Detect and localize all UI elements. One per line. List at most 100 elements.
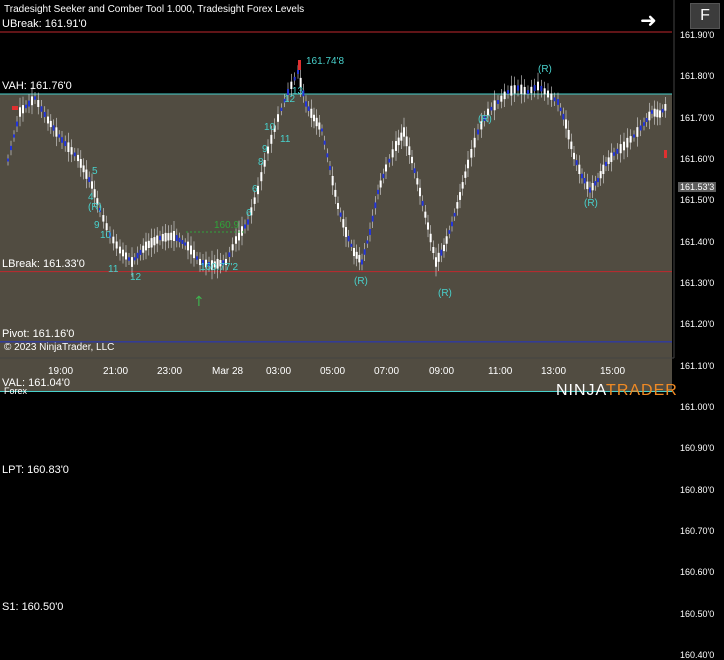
x-tick-1: 21:00	[103, 366, 129, 377]
candle-body	[562, 113, 565, 120]
candle-body	[247, 219, 249, 225]
candle-body	[16, 121, 18, 127]
x-tick-8: 11:00	[488, 366, 513, 377]
candle-body	[47, 116, 49, 124]
candle-body	[321, 128, 323, 132]
candle-body	[570, 141, 573, 150]
arrow-right-icon[interactable]: ➜	[640, 8, 657, 33]
signal-marker-8: 13	[292, 86, 304, 97]
candle-body	[119, 246, 121, 254]
candle-body	[388, 158, 391, 163]
candle-body	[453, 212, 456, 217]
candle-body	[19, 107, 21, 117]
y-tick-10: 160.90'0	[680, 443, 715, 454]
candle-body	[408, 146, 411, 156]
candle-body	[607, 157, 610, 164]
candle-body	[379, 180, 382, 188]
candle-body	[470, 149, 473, 158]
candle-body	[270, 134, 273, 144]
x-tick-5: 05:00	[320, 366, 346, 377]
candle-body	[623, 141, 625, 151]
x-tick-3: Mar 28	[212, 366, 244, 377]
candle-body	[122, 249, 124, 257]
candle-body	[64, 141, 67, 147]
candle-body	[513, 85, 516, 94]
candle-body	[490, 106, 493, 111]
candle-body	[661, 108, 664, 113]
candle-body	[277, 114, 279, 122]
level-label-3: Pivot: 161.16'0	[2, 327, 75, 340]
candle-body	[164, 232, 167, 242]
chart-trader-button[interactable]: F	[690, 3, 720, 29]
candle-body	[543, 88, 546, 95]
y-tick-4: 161.50'0	[680, 195, 715, 206]
x-tick-6: 07:00	[374, 366, 400, 377]
candle-body	[435, 257, 437, 267]
candle-body	[403, 127, 405, 137]
candle-body	[467, 159, 469, 169]
y-tick-7: 161.20'0	[680, 319, 715, 330]
candle-body	[540, 85, 543, 92]
y-tick-2: 161.70'0	[680, 112, 715, 123]
y-tick-5: 161.40'0	[680, 236, 715, 247]
candle-body	[547, 90, 549, 98]
candle-body	[405, 136, 408, 147]
candle-body	[523, 86, 526, 95]
candle-body	[88, 177, 91, 183]
candle-body	[150, 238, 153, 248]
y-tick-3: 161.60'0	[680, 154, 715, 165]
candle-body	[260, 172, 263, 182]
candle-body	[510, 85, 513, 96]
candle-body	[567, 129, 570, 140]
candle-body	[91, 181, 93, 189]
candle-body	[664, 104, 667, 111]
signal-marker-12: 6	[252, 184, 258, 195]
y-tick-13: 160.60'0	[680, 567, 715, 578]
candle-body	[602, 164, 605, 174]
signal-marker-19: 6	[246, 208, 252, 219]
level-label-2: LBreak: 161.33'0	[2, 257, 85, 270]
candle-body	[329, 165, 331, 171]
candle-body	[377, 189, 379, 195]
candle-body	[517, 85, 519, 91]
signal-marker-6: 11	[280, 134, 291, 145]
candle-body	[79, 159, 82, 168]
candle-body	[391, 149, 394, 158]
candle-body	[374, 202, 377, 209]
candle-body	[310, 108, 313, 118]
candle-body	[139, 249, 142, 255]
candle-body	[586, 181, 589, 190]
candle-body	[464, 171, 467, 178]
candle-body	[93, 189, 96, 198]
signal-marker-11: 8	[258, 157, 264, 168]
candle-body	[235, 236, 237, 244]
candle-body	[591, 183, 594, 191]
candle-body	[131, 257, 133, 267]
candle-body	[553, 97, 556, 102]
candle-body	[125, 252, 127, 260]
candle-body	[339, 212, 342, 217]
candle-body	[70, 147, 73, 155]
candle-body	[477, 129, 479, 135]
brand-logo: NINJATRADER	[556, 382, 678, 400]
candle-body	[280, 107, 283, 111]
candle-body	[578, 164, 581, 175]
candle-body	[605, 161, 607, 167]
candle-body	[443, 244, 445, 252]
candle-body	[589, 187, 591, 193]
candle-body	[594, 181, 597, 186]
candle-body	[527, 90, 529, 94]
candle-body	[461, 182, 464, 189]
price-chart[interactable]: (R)(R)(R)(R)(R)(R)1112131098611121094561…	[0, 0, 724, 401]
candle-body	[427, 222, 429, 230]
candle-body	[432, 247, 435, 253]
candle-body	[353, 247, 355, 257]
candle-body	[653, 108, 656, 117]
candle-body	[52, 125, 55, 131]
y-tick-11: 160.80'0	[680, 484, 715, 495]
candle-body	[583, 177, 586, 184]
candle-body	[77, 154, 79, 162]
x-tick-7: 09:00	[429, 366, 455, 377]
candle-body	[382, 173, 385, 179]
y-tick-14: 160.50'0	[680, 608, 715, 619]
